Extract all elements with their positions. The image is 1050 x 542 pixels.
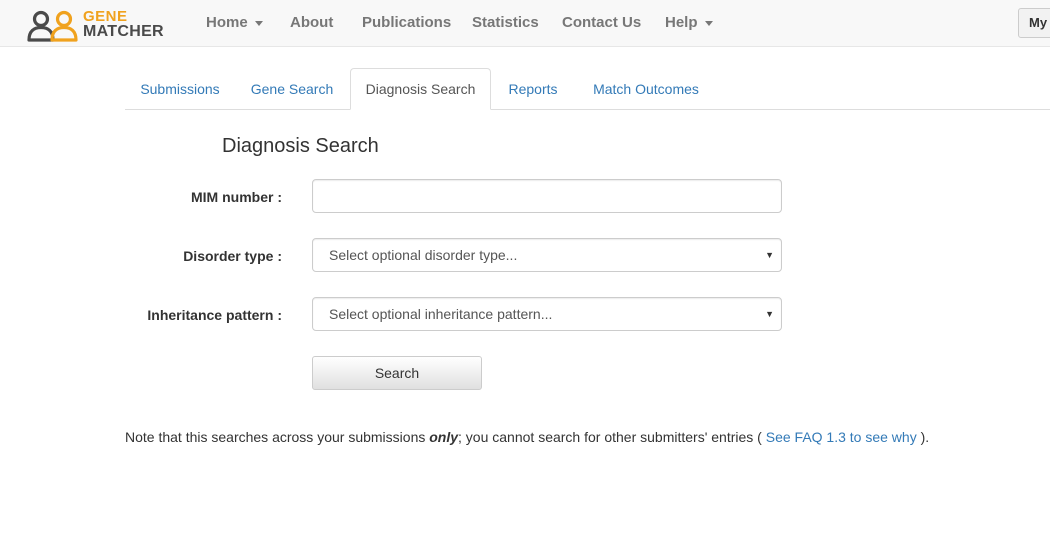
nav-contact-us-label: Contact Us xyxy=(562,14,642,31)
disorder-type-label: Disorder type : xyxy=(183,248,282,264)
search-button[interactable]: Search xyxy=(312,356,482,390)
tab-gene-search[interactable]: Gene Search xyxy=(238,68,346,110)
dropdown-arrow-icon: ▼ xyxy=(765,309,774,319)
my-account-button[interactable]: My xyxy=(1018,8,1050,38)
people-logo-icon xyxy=(27,10,78,42)
dropdown-arrow-icon: ▼ xyxy=(765,250,774,260)
nav-help[interactable]: Help xyxy=(665,0,713,47)
tab-reports[interactable]: Reports xyxy=(494,68,572,110)
inheritance-pattern-select[interactable]: Select optional inheritance pattern... ▼ xyxy=(312,297,782,331)
note-text-after: ). xyxy=(916,429,930,445)
nav-home[interactable]: Home xyxy=(206,0,263,47)
genematcher-logo[interactable]: GENE MATCHER xyxy=(26,9,176,43)
logo-wordmark: GENE MATCHER xyxy=(83,8,164,40)
nav-about[interactable]: About xyxy=(290,0,333,47)
tab-match-outcomes[interactable]: Match Outcomes xyxy=(576,68,716,110)
nav-help-label: Help xyxy=(665,14,698,31)
page-title: Diagnosis Search xyxy=(222,135,379,157)
faq-link[interactable]: See FAQ 1.3 to see why xyxy=(766,429,917,445)
search-scope-note: Note that this searches across your subm… xyxy=(125,427,929,447)
nav-home-label: Home xyxy=(206,14,248,31)
mim-number-input[interactable] xyxy=(312,179,782,213)
nav-about-label: About xyxy=(290,14,334,31)
note-text-middle: ; you cannot search for other submitters… xyxy=(458,429,766,445)
mim-number-label: MIM number : xyxy=(191,189,282,205)
logo-gene-text: GENE xyxy=(83,8,128,25)
nav-statistics[interactable]: Statistics xyxy=(472,0,539,47)
logo-matcher-text: MATCHER xyxy=(83,23,164,40)
tab-diagnosis-search[interactable]: Diagnosis Search xyxy=(350,68,491,110)
note-emphasis: only xyxy=(429,429,459,445)
nav-publications[interactable]: Publications xyxy=(362,0,451,47)
nav-contact-us[interactable]: Contact Us xyxy=(562,0,641,47)
tab-submissions[interactable]: Submissions xyxy=(126,68,234,110)
disorder-type-select[interactable]: Select optional disorder type... ▼ xyxy=(312,238,782,272)
chevron-down-icon xyxy=(704,20,713,26)
note-text-before: Note that this searches across your subm… xyxy=(125,429,430,445)
nav-publications-label: Publications xyxy=(362,14,452,31)
nav-statistics-label: Statistics xyxy=(472,14,539,31)
inheritance-pattern-label: Inheritance pattern : xyxy=(147,307,282,323)
chevron-down-icon xyxy=(254,20,263,26)
top-navbar: GENE MATCHER Home About Publications Sta… xyxy=(0,0,1050,47)
disorder-type-placeholder: Select optional disorder type... xyxy=(329,247,518,263)
inheritance-pattern-placeholder: Select optional inheritance pattern... xyxy=(329,306,553,322)
